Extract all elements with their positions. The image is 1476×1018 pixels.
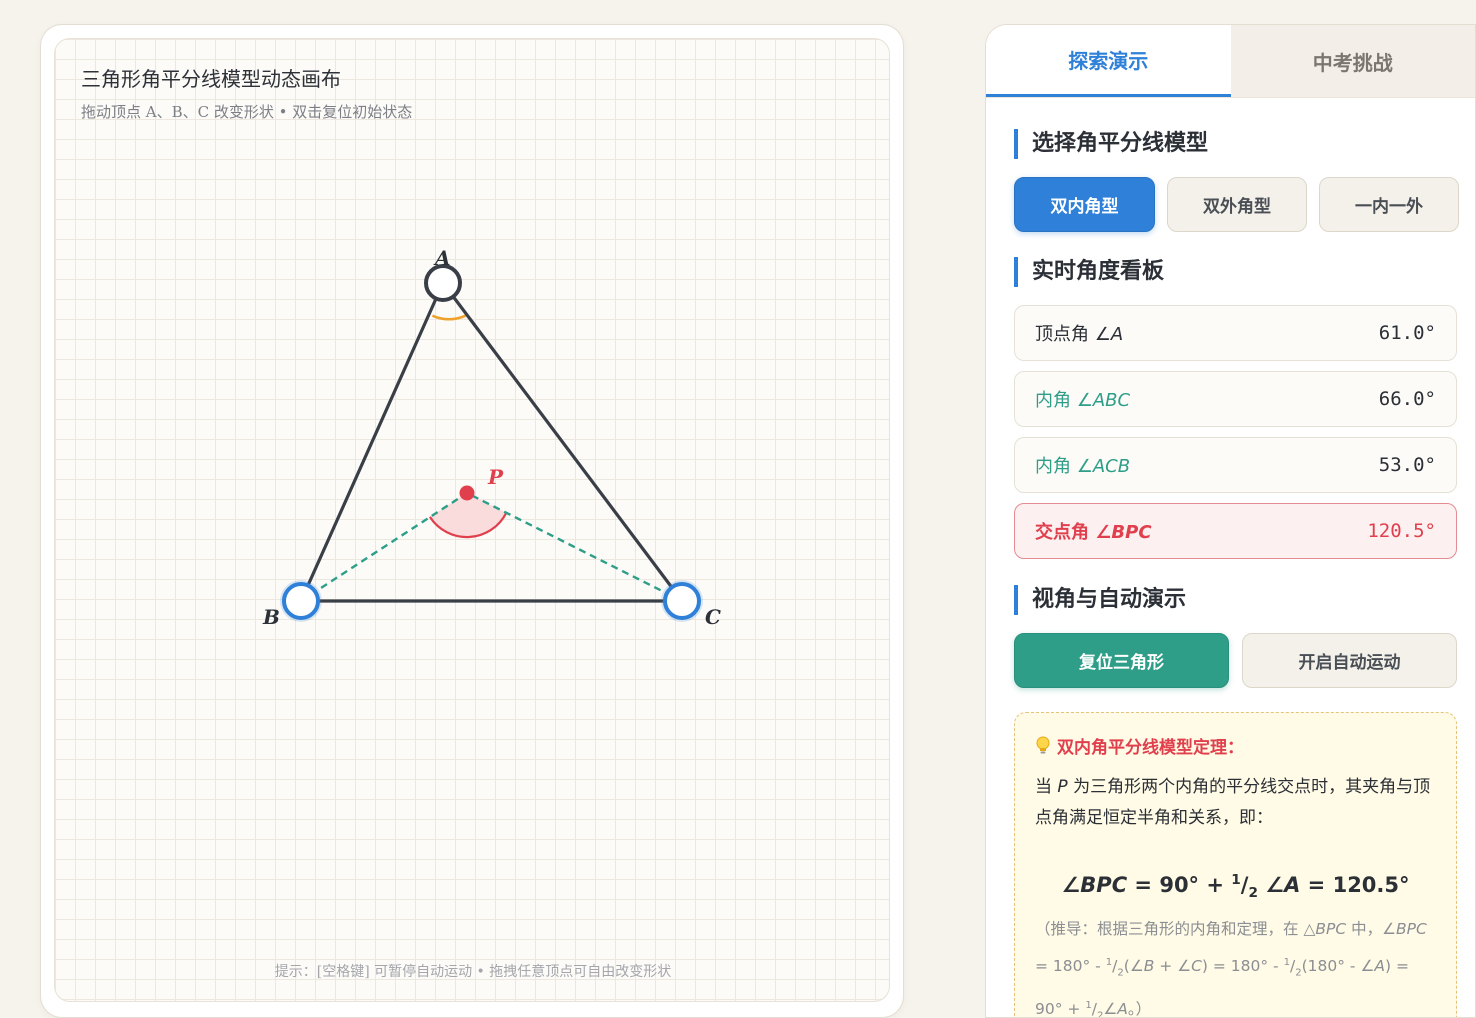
theorem-body: 当 P 为三角形两个内角的平分线交点时，其夹角与顶点角满足恒定半角和关系，即： <box>1035 777 1431 828</box>
angle-value: 53.0° <box>1378 454 1436 476</box>
canvas-hint: 提示：[空格键] 可暂停自动运动 • 拖拽任意顶点可自由改变形状 <box>274 964 672 980</box>
point-p <box>459 485 475 501</box>
label-p: P <box>487 465 504 489</box>
angle-label: 交点角 ∠BPC <box>1035 522 1152 543</box>
auto-motion-button[interactable]: 开启自动运动 <box>1242 633 1457 688</box>
tab-challenge[interactable]: 中考挑战 <box>1230 25 1475 97</box>
model-double-outer-button[interactable]: 双外角型 <box>1167 177 1307 232</box>
tab-bar: 探索演示 中考挑战 <box>986 25 1475 98</box>
angle-row-abc: 内角 ∠ABC 66.0° <box>1014 371 1457 427</box>
label-b: B <box>262 605 280 629</box>
vertex-a-handle[interactable] <box>424 264 462 302</box>
lightbulb-icon <box>1035 736 1051 756</box>
angle-value: 66.0° <box>1378 388 1436 410</box>
reset-triangle-button[interactable]: 复位三角形 <box>1014 633 1229 688</box>
vertex-b-handle[interactable] <box>282 582 320 620</box>
vertex-c-handle[interactable] <box>663 582 701 620</box>
label-c: C <box>705 605 721 629</box>
angle-mark-a <box>431 314 467 321</box>
model-section-title: 选择角平分线模型 <box>1014 129 1208 159</box>
theorem-box: 双内角平分线模型定理： 当 P 为三角形两个内角的平分线交点时，其夹角与顶点角满… <box>1014 712 1457 1018</box>
angle-label: 顶点角 ∠A <box>1035 324 1124 345</box>
angle-label: 内角 ∠ABC <box>1035 390 1131 411</box>
model-double-inner-button[interactable]: 双内角型 <box>1014 177 1155 232</box>
control-panel: 探索演示 中考挑战 选择角平分线模型 双内角型 双外角型 一内一外 实时角度看板… <box>985 24 1476 1018</box>
label-a: A <box>433 246 451 270</box>
view-section-title: 视角与自动演示 <box>1014 585 1186 615</box>
angle-value: 120.5° <box>1367 520 1436 542</box>
edge-ab <box>299 282 445 602</box>
angle-row-bpc: 交点角 ∠BPC 120.5° <box>1014 503 1457 559</box>
model-selector: 双内角型 双外角型 一内一外 <box>1014 177 1459 232</box>
tab-explore[interactable]: 探索演示 <box>986 25 1231 97</box>
canvas-card: 三角形角平分线模型动态画布 拖动顶点 A、B、C 改变形状 • 双击复位初始状态 <box>40 24 904 1018</box>
geometry-canvas[interactable]: 三角形角平分线模型动态画布 拖动顶点 A、B、C 改变形状 • 双击复位初始状态 <box>54 38 890 1002</box>
model-inner-outer-button[interactable]: 一内一外 <box>1319 177 1459 232</box>
theorem-heading: 双内角平分线模型定理： <box>1035 733 1436 758</box>
bisector-cp <box>466 491 683 603</box>
angle-value: 61.0° <box>1378 322 1436 344</box>
angle-row-a: 顶点角 ∠A 61.0° <box>1014 305 1457 361</box>
theorem-derivation: （推导：根据三角形的内角和定理，在 △BPC 中，∠BPC = 180° - 1… <box>1035 920 1427 1018</box>
angle-section-title: 实时角度看板 <box>1014 257 1164 287</box>
angle-label: 内角 ∠ACB <box>1035 456 1131 477</box>
theorem-formula: ∠BPC = 90° + 1/2 ∠A = 120.5° <box>1061 872 1410 902</box>
edge-ac <box>441 282 684 602</box>
triangle-diagram: A B C P <box>262 246 721 629</box>
angle-row-acb: 内角 ∠ACB 53.0° <box>1014 437 1457 493</box>
